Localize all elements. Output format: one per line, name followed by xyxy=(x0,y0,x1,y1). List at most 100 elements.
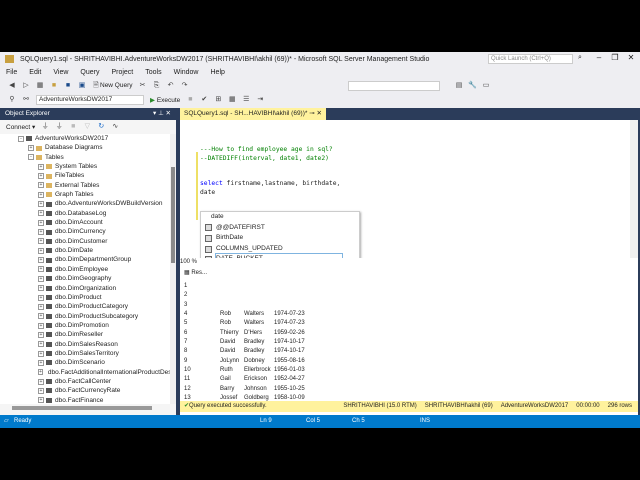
table-row[interactable]: 9 JoLynn Dobney 1955-08-16 xyxy=(180,357,314,366)
expand-toggle-icon[interactable]: + xyxy=(38,182,44,189)
tree-item[interactable]: + dbo.DimPromotion xyxy=(0,321,170,330)
menu-tools[interactable]: Tools xyxy=(145,69,161,76)
expand-toggle-icon[interactable]: + xyxy=(38,331,44,338)
tree-item[interactable]: + dbo.DimScenario xyxy=(0,358,170,367)
new-query-button[interactable]: 🗎New Query xyxy=(92,82,132,90)
editor-scrollbar[interactable] xyxy=(630,120,638,258)
expand-toggle-icon[interactable]: - xyxy=(18,135,24,142)
tree-item[interactable]: + dbo.DimEmployee xyxy=(0,265,170,274)
tree-item[interactable]: + dbo.FactAdditionalInternationalProductD… xyxy=(0,368,170,377)
expand-toggle-icon[interactable]: + xyxy=(38,303,44,310)
parse-icon[interactable]: ✔ xyxy=(200,96,208,104)
execute-button[interactable]: ▶ Execute xyxy=(150,96,180,104)
connect-dropdown[interactable]: Connect ▾ xyxy=(6,123,35,131)
tree-item[interactable]: + dbo.DimProductCategory xyxy=(0,302,170,311)
expand-toggle-icon[interactable]: + xyxy=(38,378,44,385)
wrench-icon[interactable]: 🔧 xyxy=(468,82,477,90)
plug-icon[interactable]: ⏚ xyxy=(41,123,49,131)
toolbox-icon[interactable]: ▭ xyxy=(482,82,490,90)
stop-icon[interactable]: ■ xyxy=(186,96,194,104)
tab-results[interactable]: ▦ Res... xyxy=(184,269,207,276)
tree-item[interactable]: + dbo.FactCurrencyRate xyxy=(0,386,170,395)
disconnect-icon[interactable]: ⏚ xyxy=(55,123,63,131)
close-button[interactable]: ✕ xyxy=(624,53,638,62)
expand-toggle-icon[interactable]: + xyxy=(38,229,44,236)
tree-item[interactable]: + dbo.DatabaseLog xyxy=(0,209,170,218)
table-row[interactable]: 3 xyxy=(180,301,314,310)
autocomplete-item[interactable]: BirthDate xyxy=(201,233,359,244)
table-row[interactable]: 2 xyxy=(180,291,314,300)
menu-window[interactable]: Window xyxy=(174,69,199,76)
expand-toggle-icon[interactable]: - xyxy=(28,154,34,161)
tree-item[interactable]: + dbo.DimProductSubcategory xyxy=(0,312,170,321)
table-row[interactable]: 11 Gail Erickson 1952-04-27 xyxy=(180,375,314,384)
tree-item[interactable]: + dbo.DimCustomer xyxy=(0,237,170,246)
properties-icon[interactable]: ▤ xyxy=(455,82,463,90)
redo-icon[interactable]: ↷ xyxy=(181,82,189,90)
quick-launch-input[interactable]: Quick Launch (Ctrl+Q) xyxy=(488,54,573,64)
expand-toggle-icon[interactable]: + xyxy=(38,191,44,198)
expand-toggle-icon[interactable]: + xyxy=(28,145,34,152)
save-all-icon[interactable]: ▣ xyxy=(78,82,86,90)
tree-item[interactable]: + External Tables xyxy=(0,181,170,190)
expand-toggle-icon[interactable]: + xyxy=(38,341,44,348)
expand-toggle-icon[interactable]: + xyxy=(38,173,44,180)
restore-button[interactable]: ❐ xyxy=(608,53,622,62)
tree-item[interactable]: + Graph Tables xyxy=(0,190,170,199)
close-tab-icon[interactable]: ✕ xyxy=(317,110,322,117)
comment-icon[interactable]: ☰ xyxy=(242,96,250,104)
expand-toggle-icon[interactable]: + xyxy=(38,247,44,254)
tree-horizontal-scrollbar[interactable] xyxy=(12,406,152,410)
menu-project[interactable]: Project xyxy=(111,69,133,76)
cut-icon[interactable]: ✂ xyxy=(139,82,147,90)
tree-item[interactable]: + dbo.DimOrganization xyxy=(0,284,170,293)
panel-controls-icon[interactable]: ▾ ⊥ ✕ xyxy=(153,108,176,120)
table-row[interactable]: 10 Ruth Ellerbrock 1956-01-03 xyxy=(180,366,314,375)
table-row[interactable]: 6 Thierry D'Hers 1959-02-26 xyxy=(180,329,314,338)
tree-item[interactable]: + dbo.DimDate xyxy=(0,246,170,255)
query-editor[interactable]: ---How to find employee age in sql? --DA… xyxy=(180,120,630,319)
back-icon[interactable]: ◀ xyxy=(8,82,16,90)
table-row[interactable]: 7 David Bradley 1974-10-17 xyxy=(180,338,314,347)
forward-icon[interactable]: ▷ xyxy=(22,82,30,90)
tree-item[interactable]: - Tables xyxy=(0,153,170,162)
indent-icon[interactable]: ⇥ xyxy=(256,96,264,104)
connect-icon[interactable]: ⚲ xyxy=(8,96,16,104)
expand-toggle-icon[interactable]: + xyxy=(38,322,44,329)
refresh-icon[interactable]: ↻ xyxy=(97,123,105,131)
expand-toggle-icon[interactable]: + xyxy=(38,201,44,208)
menu-help[interactable]: Help xyxy=(211,69,225,76)
table-row[interactable]: 4 Rob Walters 1974-07-23 xyxy=(180,310,314,319)
table-row[interactable]: 5 Rob Walters 1974-07-23 xyxy=(180,319,314,328)
expand-toggle-icon[interactable]: + xyxy=(38,294,44,301)
tree-item[interactable]: - AdventureWorksDW2017 xyxy=(0,134,170,143)
expand-toggle-icon[interactable]: + xyxy=(38,210,44,217)
expand-toggle-icon[interactable]: + xyxy=(38,285,44,292)
expand-toggle-icon[interactable]: + xyxy=(38,163,44,170)
tree-item[interactable]: + System Tables xyxy=(0,162,170,171)
solution-config-dropdown[interactable] xyxy=(348,81,440,91)
zoom-level[interactable]: 100 % xyxy=(180,259,197,265)
expand-toggle-icon[interactable]: + xyxy=(38,266,44,273)
scroll-thumb[interactable] xyxy=(171,167,175,263)
menu-edit[interactable]: Edit xyxy=(29,69,41,76)
expand-toggle-icon[interactable]: + xyxy=(38,387,44,394)
expand-toggle-icon[interactable]: + xyxy=(38,313,44,320)
menu-file[interactable]: File xyxy=(6,69,17,76)
tree-item[interactable]: + dbo.DimCurrency xyxy=(0,227,170,236)
autocomplete-item[interactable]: COLUMNS_UPDATED xyxy=(201,244,359,255)
table-row[interactable]: 8 David Bradley 1974-10-17 xyxy=(180,347,314,356)
expand-toggle-icon[interactable]: + xyxy=(38,238,44,245)
filter-icon[interactable]: ▽ xyxy=(83,123,91,131)
tree-item[interactable]: + dbo.DimAccount xyxy=(0,218,170,227)
tree-item[interactable]: + dbo.DimSalesTerritory xyxy=(0,349,170,358)
stop-icon[interactable]: ■ xyxy=(69,123,77,131)
tree-item[interactable]: + dbo.DimGeography xyxy=(0,274,170,283)
expand-toggle-icon[interactable]: + xyxy=(38,369,43,376)
tree-vertical-scrollbar[interactable] xyxy=(170,134,176,404)
change-connection-icon[interactable]: ⚯ xyxy=(22,96,30,104)
minimize-button[interactable]: – xyxy=(592,53,606,62)
database-dropdown[interactable]: AdventureWorksDW2017 xyxy=(36,95,144,105)
new-project-icon[interactable]: ▦ xyxy=(36,82,44,90)
tree-item[interactable]: + FileTables xyxy=(0,171,170,180)
